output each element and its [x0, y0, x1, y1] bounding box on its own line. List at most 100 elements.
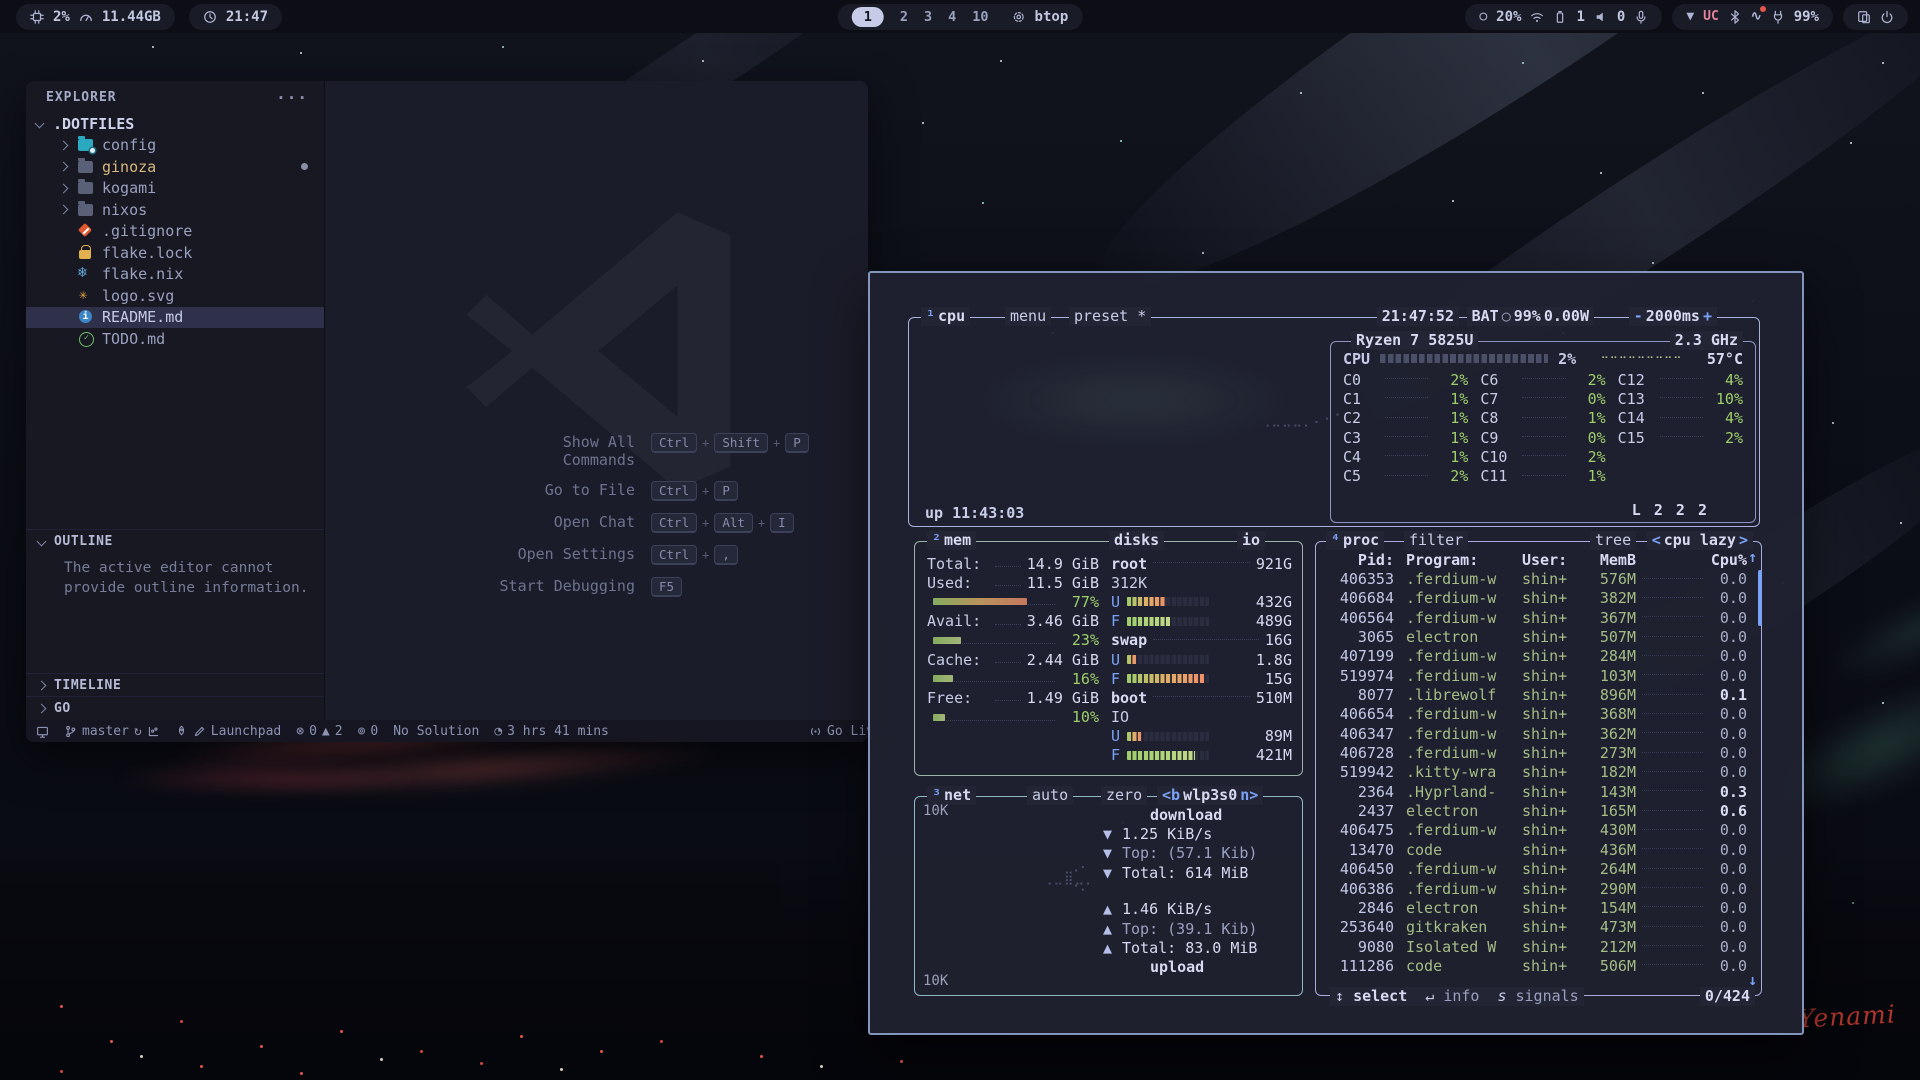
process-row[interactable]: 111286 code shin+ 506M 0.0: [1316, 956, 1761, 975]
keybinding-row: Go to File Ctrl+P: [495, 481, 809, 501]
workspace-button[interactable]: 3: [924, 9, 932, 25]
net-auto-toggle[interactable]: auto: [1027, 786, 1073, 805]
workspace-button[interactable]: 2: [900, 9, 908, 25]
process-row[interactable]: 2846 electron shin+ 154M 0.0: [1316, 898, 1761, 917]
file-row[interactable]: README.md: [26, 307, 324, 329]
disks-label[interactable]: disks: [1109, 531, 1164, 550]
file-row[interactable]: logo.svg: [26, 285, 324, 307]
active-window-title[interactable]: btop: [1035, 9, 1069, 25]
process-row[interactable]: 406728 .ferdium-w shin+ 273M 0.0: [1316, 743, 1761, 762]
refresh-icon[interactable]: ↻: [134, 724, 142, 739]
process-row[interactable]: 406684 .ferdium-w shin+ 382M 0.0: [1316, 589, 1761, 608]
problems-indicator[interactable]: ⊗0 ▲2: [296, 724, 342, 739]
process-row[interactable]: 406347 .ferdium-w shin+ 362M 0.0: [1316, 724, 1761, 743]
wakatime-indicator[interactable]: ◔3 hrs 41 mins: [494, 724, 609, 739]
feedback-indicator[interactable]: ⊚0: [358, 724, 379, 739]
file-row[interactable]: flake.lock: [26, 242, 324, 264]
workspace-button[interactable]: 10: [972, 9, 988, 25]
go-live-button[interactable]: Go Liv: [809, 724, 868, 739]
mem-panel-title[interactable]: ²mem: [927, 531, 976, 550]
process-row[interactable]: 519942 .kitty-wra shin+ 182M 0.0: [1316, 763, 1761, 782]
workspace-button[interactable]: 1: [852, 7, 884, 27]
core-grid: C0 2% C1 1% C2 1% C3 1% C4: [1331, 368, 1755, 486]
btop-cpu-panel: ¹cpu menu preset * 21:47:52 BAT○ 99%0.00…: [908, 317, 1760, 527]
core-row: C10 2%: [1480, 447, 1605, 466]
process-row[interactable]: 8077 .librewolf shin+ 896M 0.1: [1316, 685, 1761, 704]
process-row[interactable]: 519974 .ferdium-w shin+ 103M 0.0: [1316, 666, 1761, 685]
memory-row: 77%: [927, 592, 1099, 611]
proc-table-header[interactable]: Pid: Program: User: MemB Cpu%: [1316, 550, 1761, 569]
memory-row: Used: 11.5 GiB: [927, 573, 1099, 592]
net-interface-selector[interactable]: <bwlp3s0n>: [1157, 786, 1263, 805]
clock-module[interactable]: 21:47: [189, 4, 282, 30]
process-row[interactable]: 406386 .ferdium-w shin+ 290M 0.0: [1316, 879, 1761, 898]
file-label: README.md: [102, 308, 183, 326]
proc-scrollbar-thumb[interactable]: [1758, 570, 1762, 626]
outline-section-header[interactable]: OUTLINE: [26, 529, 324, 553]
file-row[interactable]: flake.nix: [26, 264, 324, 286]
preset-button[interactable]: preset *: [1069, 307, 1151, 326]
proc-panel-title[interactable]: ⁴proc: [1326, 531, 1384, 550]
net-row: ▼ 1.25 KiB/s: [1103, 824, 1297, 843]
wifi-signal-icon: ▼: [1686, 9, 1694, 24]
process-row[interactable]: 2364 .Hyprland- shin+ 143M 0.3: [1316, 782, 1761, 801]
process-row[interactable]: 406475 .ferdium-w shin+ 430M 0.0: [1316, 821, 1761, 840]
timeline-section-header[interactable]: TIMELINE: [26, 673, 324, 697]
update-interval-control[interactable]: - 2000ms +: [1629, 307, 1717, 326]
file-row[interactable]: TODO.md: [26, 328, 324, 350]
error-icon: ⊗: [296, 724, 304, 739]
process-row[interactable]: 406450 .ferdium-w shin+ 264M 0.0: [1316, 860, 1761, 879]
file-row[interactable]: config: [26, 135, 324, 157]
file-row[interactable]: kogami: [26, 178, 324, 200]
connectivity-module[interactable]: ▼ UC ∿ 99%: [1672, 4, 1833, 30]
system-stats-module[interactable]: 2% 11.44GB: [16, 4, 175, 30]
process-row[interactable]: 13470 code shin+ 436M 0.0: [1316, 840, 1761, 859]
core-row: C11 1%: [1480, 466, 1605, 485]
workspace-button[interactable]: 4: [948, 9, 956, 25]
file-row[interactable]: nixos: [26, 199, 324, 221]
proc-sort-selector[interactable]: <cpu lazy>: [1647, 531, 1753, 550]
remote-indicator[interactable]: [36, 725, 49, 738]
chevron-right-icon: [59, 205, 69, 215]
explorer-root-folder[interactable]: .DOTFILES: [26, 113, 324, 135]
process-row[interactable]: 406353 .ferdium-w shin+ 576M 0.0: [1316, 569, 1761, 588]
process-row[interactable]: 406654 .ferdium-w shin+ 368M 0.0: [1316, 705, 1761, 724]
scroll-up-icon[interactable]: ↑: [1748, 548, 1757, 566]
git-branch-indicator[interactable]: master ↻: [64, 724, 160, 739]
interval-increase-button[interactable]: +: [1703, 307, 1712, 326]
clipboard-icon[interactable]: [1857, 10, 1871, 24]
memory-row: Total: 14.9 GiB: [927, 554, 1099, 573]
keybinding-keys: F5: [651, 577, 682, 597]
process-row[interactable]: 407199 .ferdium-w shin+ 284M 0.0: [1316, 647, 1761, 666]
process-row[interactable]: 9080 Isolated W shin+ 212M 0.0: [1316, 937, 1761, 956]
power-icon[interactable]: [1880, 10, 1894, 24]
process-row[interactable]: 253640 gitkraken shin+ 473M 0.0: [1316, 918, 1761, 937]
launchpad-indicator[interactable]: Launchpad: [175, 724, 281, 739]
vscode-window: EXPLORER ··· .DOTFILES config ginoza kog…: [26, 81, 868, 742]
process-row[interactable]: 2437 electron shin+ 165M 0.6: [1316, 801, 1761, 820]
modified-dot: [301, 163, 308, 170]
cpu-panel-title[interactable]: ¹cpu: [921, 307, 970, 326]
proc-tree-toggle[interactable]: tree: [1590, 531, 1636, 550]
proc-filter-button[interactable]: filter: [1404, 531, 1468, 550]
process-row[interactable]: 3065 electron shin+ 507M 0.0: [1316, 627, 1761, 646]
go-section-header[interactable]: GO: [26, 696, 324, 720]
disk-meter: [1127, 674, 1209, 683]
file-row[interactable]: .gitignore: [26, 221, 324, 243]
process-row[interactable]: 406564 .ferdium-w shin+ 367M 0.0: [1316, 608, 1761, 627]
core-row: C8 1%: [1480, 409, 1605, 428]
keybinding-keys: Ctrl+Shift+P: [651, 433, 809, 453]
net-row: ▼ Total: 614 MiB: [1103, 863, 1297, 882]
file-row[interactable]: ginoza: [26, 156, 324, 178]
interval-decrease-button[interactable]: -: [1634, 307, 1643, 326]
more-actions-button[interactable]: ···: [276, 88, 308, 107]
solution-indicator[interactable]: No Solution: [393, 724, 479, 739]
controls-module[interactable]: ○ 20% 1 0: [1465, 4, 1662, 30]
menu-button[interactable]: menu: [1005, 307, 1051, 326]
io-label[interactable]: io: [1237, 531, 1265, 550]
input-method-icon: UC: [1703, 9, 1719, 24]
battery-percentage: 99%: [1794, 9, 1819, 25]
net-zero-toggle[interactable]: zero: [1101, 786, 1147, 805]
remote-icon: [36, 725, 49, 738]
file-icon: [78, 333, 93, 345]
